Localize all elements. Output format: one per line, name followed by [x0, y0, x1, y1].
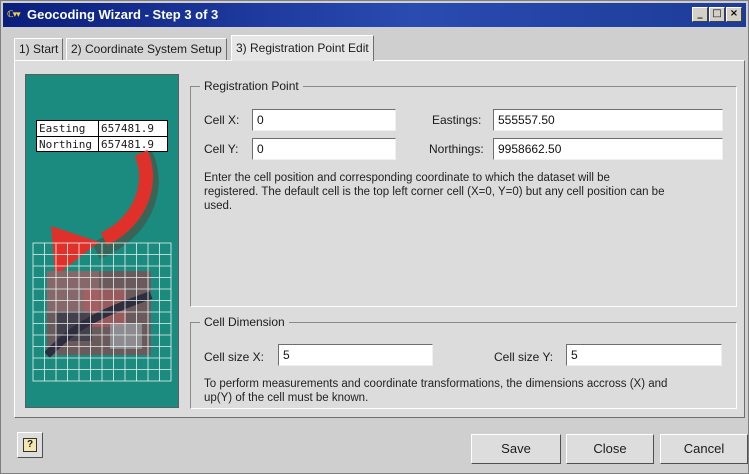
cell-x-label: Cell X:	[204, 113, 240, 127]
tab-registration-point-edit[interactable]: 3) Registration Point Edit	[231, 35, 374, 61]
registration-illustration: Easting 657481.9 Northing 657481.9	[25, 74, 179, 408]
cancel-button[interactable]: Cancel	[660, 434, 748, 464]
cell-dimension-description-line-1: To perform measurements and coordinate t…	[204, 378, 668, 390]
grid-arrow-graphic	[32, 150, 172, 382]
title-bar[interactable]: ℂ▾▾ Geocoding Wizard - Step 3 of 3 _ □ ×	[3, 3, 746, 27]
registration-description-line-3: used.	[204, 200, 233, 212]
cell-grid	[32, 242, 172, 382]
northings-input[interactable]	[493, 138, 723, 160]
help-button[interactable]: ?	[17, 432, 43, 458]
close-window-button[interactable]: ×	[726, 7, 742, 22]
cell-x-input[interactable]	[252, 109, 396, 131]
cell-dimension-description-line-2: up(Y) of the cell must be known.	[204, 392, 369, 404]
cell-size-y-label: Cell size Y:	[494, 350, 554, 364]
help-icon: ?	[23, 438, 37, 452]
save-button[interactable]: Save	[471, 434, 561, 464]
geocoding-wizard-window: ℂ▾▾ Geocoding Wizard - Step 3 of 3 _ □ ×…	[0, 0, 749, 474]
northings-label: Northings:	[429, 142, 484, 156]
app-icon: ℂ▾▾	[7, 10, 21, 20]
tab-coordinate-system-setup[interactable]: 2) Coordinate System Setup	[66, 38, 227, 60]
cell-size-x-label: Cell size X:	[204, 350, 265, 364]
registration-point-legend: Registration Point	[200, 79, 303, 93]
restore-button[interactable]: □	[709, 7, 725, 22]
close-button[interactable]: Close	[566, 434, 654, 464]
cell-size-x-input[interactable]	[278, 344, 433, 366]
tab-start[interactable]: 1) Start	[14, 38, 64, 60]
eastings-input[interactable]	[493, 109, 723, 131]
registration-description-line-2: registered. The default cell is the top …	[204, 186, 665, 198]
eastings-label: Eastings:	[432, 113, 482, 127]
cell-y-label: Cell Y:	[204, 142, 239, 156]
registration-description-line-1: Enter the cell position and correspondin…	[204, 172, 610, 184]
cell-dimension-legend: Cell Dimension	[200, 315, 289, 329]
cell-y-input[interactable]	[252, 138, 396, 160]
window-title: Geocoding Wizard - Step 3 of 3	[27, 7, 219, 22]
cell-size-y-input[interactable]	[566, 344, 722, 366]
minimize-button[interactable]: _	[692, 7, 708, 22]
